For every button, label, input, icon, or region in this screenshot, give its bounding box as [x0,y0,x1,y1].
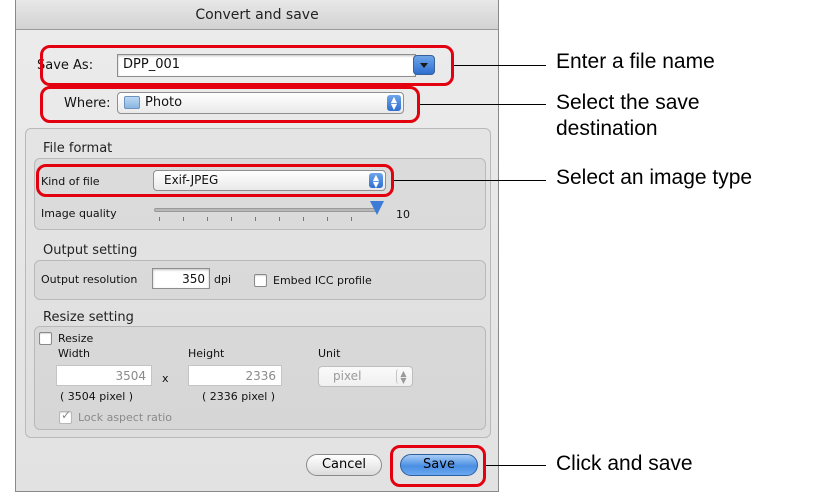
popup-arrows-icon: ▲ ▼ [396,369,410,385]
leader-line [454,65,546,66]
resize-setting-title: Resize setting [43,310,134,325]
embed-icc-label: Embed ICC profile [273,274,372,287]
output-resolution-label: Output resolution [41,273,138,286]
slider-tick [159,217,160,221]
dpi-unit-label: dpi [214,273,232,286]
slider-tick [255,217,256,221]
image-quality-slider-knob[interactable] [370,201,384,215]
embed-icc-checkbox[interactable] [254,274,267,287]
slider-tick [207,217,208,221]
callout-save: Click and save [556,452,693,475]
slider-tick [279,217,280,221]
slider-tick [351,217,352,221]
leader-line [420,104,546,105]
height-label: Height [188,347,225,360]
image-type-highlight [36,164,394,197]
resize-checkbox[interactable] [39,332,52,345]
times-symbol: x [162,372,169,385]
leader-line [394,180,546,181]
image-quality-value: 10 [396,208,410,221]
slider-tick [231,217,232,221]
leader-line [486,465,546,466]
lock-aspect-checkbox[interactable] [59,408,72,424]
unit-popup[interactable]: pixel ▲ ▼ [318,366,413,387]
unit-value: pixel [333,369,362,383]
image-quality-label: Image quality [41,207,117,220]
output-resolution-input[interactable]: 350 [152,268,210,289]
cancel-button[interactable]: Cancel [306,454,382,476]
destination-highlight [40,86,420,123]
dialog-title: Convert and save [16,0,498,30]
slider-tick [327,217,328,221]
slider-tick [183,217,184,221]
resize-label: Resize [58,332,94,345]
height-pixels-readout: ( 2336 pixel ) [202,390,276,403]
lock-aspect-label: Lock aspect ratio [78,411,173,424]
image-quality-slider[interactable] [154,208,376,212]
width-label: Width [58,347,90,360]
save-button-highlight [390,445,486,487]
output-setting-title: Output setting [43,243,138,258]
height-input[interactable]: 2336 [188,365,282,386]
callout-file-name: Enter a file name [556,50,715,73]
file-name-highlight [40,45,454,86]
width-pixels-readout: ( 3504 pixel ) [60,390,134,403]
callout-destination: Select the save destination [556,91,700,140]
callout-image-type: Select an image type [556,166,753,189]
slider-tick [303,217,304,221]
unit-label: Unit [318,347,341,360]
width-input[interactable]: 3504 [56,365,152,386]
file-format-title: File format [43,141,113,156]
